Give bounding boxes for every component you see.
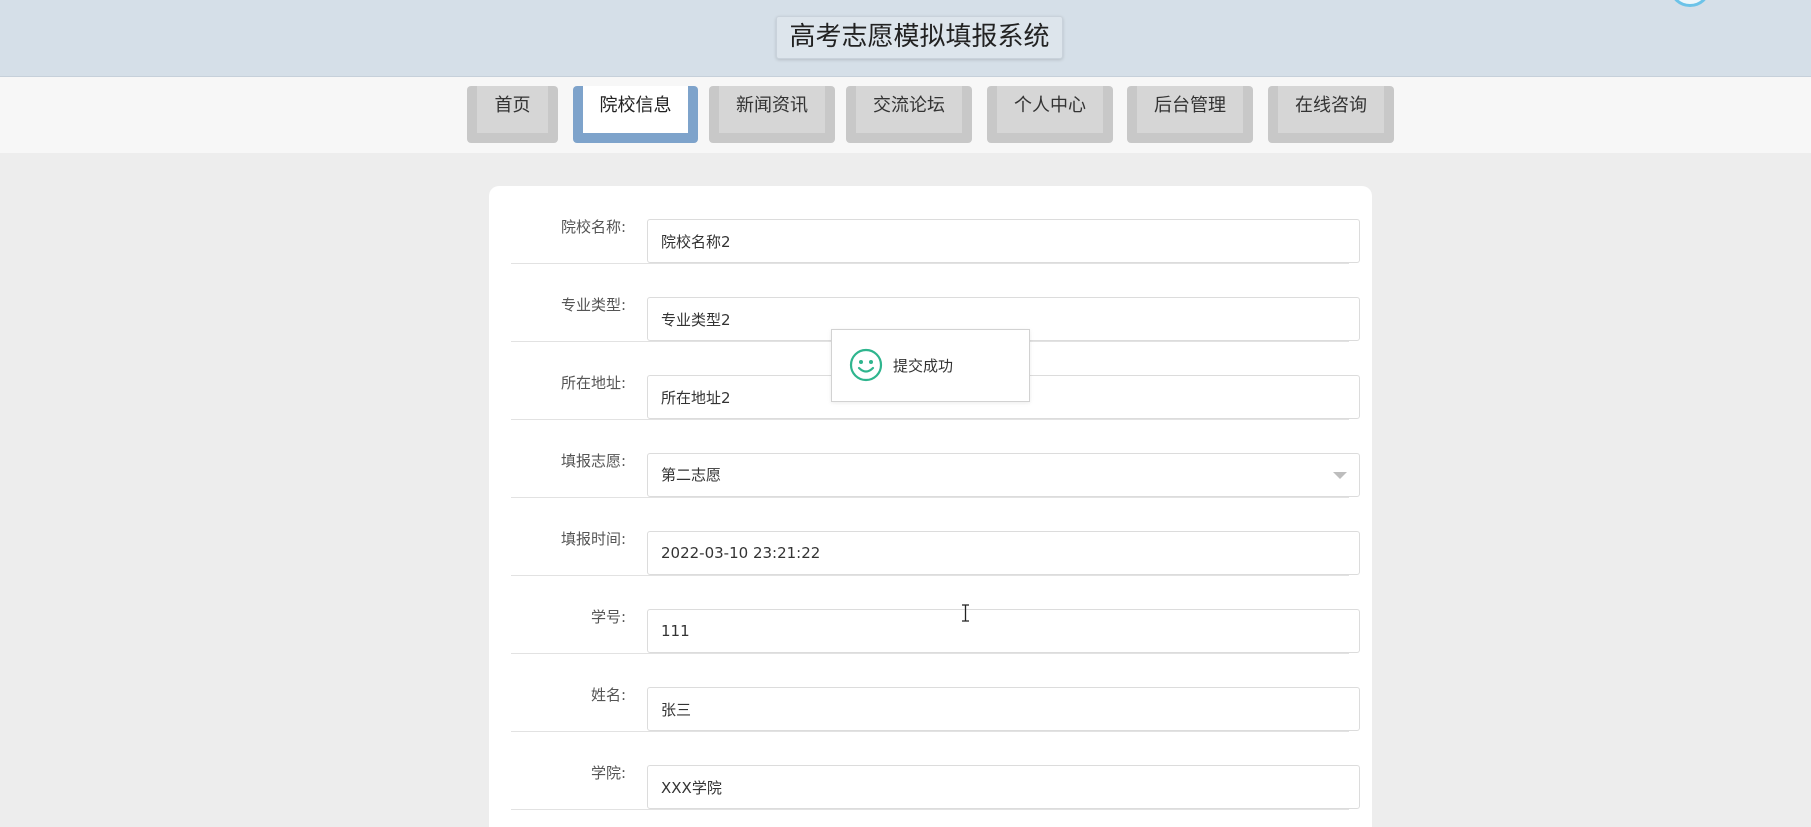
avatar-icon[interactable] bbox=[1670, 0, 1710, 7]
chevron-down-icon bbox=[1333, 472, 1347, 479]
form-row-college-name: 院校名称: bbox=[511, 186, 1360, 264]
field-label: 院校名称: bbox=[560, 218, 626, 236]
form-row-choice: 填报志愿: 第二志愿 bbox=[511, 420, 1360, 498]
nav-item-colleges[interactable]: 院校信息 bbox=[573, 86, 698, 143]
choice-select-value: 第二志愿 bbox=[661, 466, 722, 484]
form-row-school: 学院: bbox=[511, 732, 1360, 810]
main-nav: 首页 院校信息 新闻资讯 交流论坛 个人中心 后台管理 在线咨询 bbox=[0, 77, 1811, 153]
field-label: 填报志愿: bbox=[560, 452, 626, 470]
nav-item-label: 首页 bbox=[477, 86, 548, 133]
field-label: 填报时间: bbox=[560, 530, 626, 548]
name-input[interactable] bbox=[647, 687, 1360, 731]
nav-item-forum[interactable]: 交流论坛 bbox=[846, 86, 972, 143]
nav-item-label: 个人中心 bbox=[997, 86, 1103, 133]
field-label: 学院: bbox=[590, 764, 626, 782]
success-toast: 提交成功 bbox=[831, 329, 1030, 402]
nav-item-news[interactable]: 新闻资讯 bbox=[709, 86, 835, 143]
field-label: 专业类型: bbox=[560, 296, 626, 314]
nav-item-label: 院校信息 bbox=[583, 86, 688, 133]
field-label: 所在地址: bbox=[560, 374, 626, 392]
nav-item-home[interactable]: 首页 bbox=[467, 86, 558, 143]
student-id-input[interactable] bbox=[647, 609, 1360, 653]
form-row-student-id: 学号: bbox=[511, 576, 1360, 654]
nav-item-consult[interactable]: 在线咨询 bbox=[1268, 86, 1394, 143]
nav-item-label: 交流论坛 bbox=[856, 86, 962, 133]
nav-item-label: 在线咨询 bbox=[1278, 86, 1384, 133]
college-info-form: 院校名称: 专业类型: 所在地址: 填报志愿: 第二志愿 填报时间: 学号: 姓… bbox=[489, 186, 1372, 827]
field-label: 学号: bbox=[590, 608, 626, 626]
site-header: 高考志愿模拟填报系统 bbox=[0, 0, 1811, 77]
nav-item-label: 新闻资讯 bbox=[719, 86, 825, 133]
text-cursor-icon bbox=[962, 604, 969, 622]
fill-time-input[interactable] bbox=[647, 531, 1360, 575]
school-input[interactable] bbox=[647, 765, 1360, 809]
toast-message: 提交成功 bbox=[893, 357, 954, 375]
nav-item-admin[interactable]: 后台管理 bbox=[1127, 86, 1253, 143]
nav-item-profile[interactable]: 个人中心 bbox=[987, 86, 1113, 143]
smile-icon bbox=[849, 348, 883, 382]
form-row-time: 填报时间: bbox=[511, 498, 1360, 576]
form-row-name: 姓名: bbox=[511, 654, 1360, 732]
choice-select[interactable]: 第二志愿 bbox=[647, 453, 1360, 497]
site-title: 高考志愿模拟填报系统 bbox=[776, 16, 1063, 59]
nav-item-label: 后台管理 bbox=[1137, 86, 1243, 133]
college-name-input[interactable] bbox=[647, 219, 1360, 263]
field-label: 姓名: bbox=[590, 686, 626, 704]
